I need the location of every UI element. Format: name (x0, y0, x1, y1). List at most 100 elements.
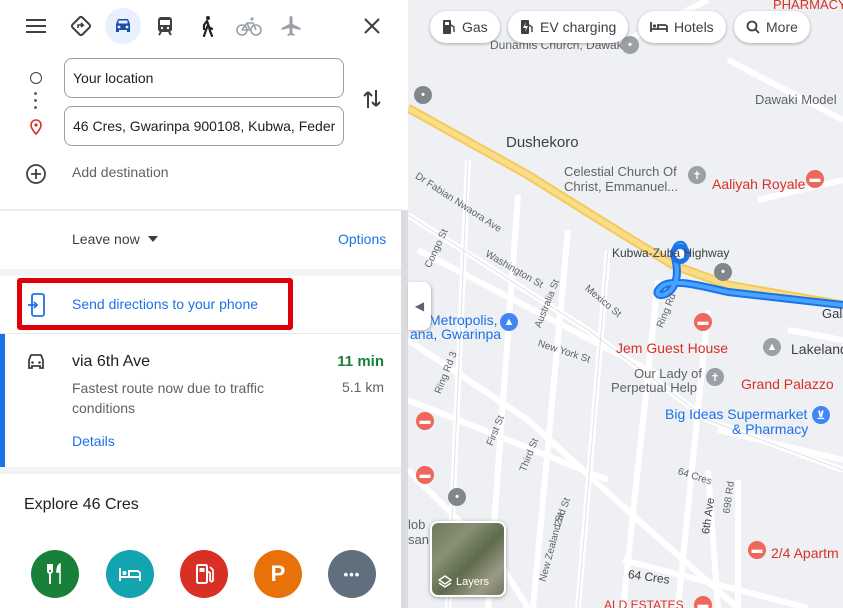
explore-heading: Explore 46 Cres (24, 496, 139, 513)
map-label-aaliyah[interactable]: Aaliyah Royale (712, 176, 805, 192)
car-icon (25, 353, 47, 376)
map-label-jem[interactable]: Jem Guest House (616, 340, 728, 356)
ev-charging-chip[interactable]: EV charging (508, 11, 629, 43)
more-chip-label: More (766, 19, 798, 35)
hotels-chip-label: Hotels (674, 19, 714, 35)
restaurants-category-button[interactable] (31, 550, 79, 598)
map-label-celestial-2[interactable]: Christ, Emmanuel... (564, 179, 678, 194)
add-destination-icon[interactable] (25, 163, 47, 190)
route-distance: 5.1 km (341, 379, 384, 395)
map-label-our-lady-2[interactable]: Perpetual Help (611, 380, 697, 395)
chevron-left-icon: ◀ (414, 299, 425, 313)
place-pin-icon[interactable]: • (714, 263, 732, 281)
map-label-grand-palazzo[interactable]: Grand Palazzo (741, 376, 834, 392)
hotel-icon[interactable]: ▬ (694, 313, 712, 331)
close-icon[interactable] (354, 8, 390, 44)
hotels-chip[interactable]: Hotels (638, 11, 726, 43)
phone-send-icon (27, 293, 47, 322)
send-to-phone-row[interactable]: Send directions to your phone (0, 276, 402, 333)
ev-charging-icon (521, 20, 533, 34)
best-travel-mode-icon[interactable] (63, 8, 99, 44)
place-pin-icon[interactable]: • (448, 488, 466, 506)
panel-scrollbar[interactable] (401, 210, 408, 608)
place-pin-icon[interactable]: • (414, 86, 432, 104)
selected-route-accent (0, 334, 5, 467)
maps-directions-screen: Your location 46 Cres, Gwarinpa 900108, … (0, 0, 843, 608)
menu-icon[interactable] (18, 8, 54, 44)
route-option-card[interactable]: via 6th Ave 11 min Fastest route now due… (0, 334, 402, 467)
cycling-mode-icon[interactable] (231, 8, 267, 44)
hotel-icon[interactable]: ▬ (416, 466, 434, 484)
driving-mode-icon[interactable] (105, 8, 141, 44)
route-description: Fastest route now due to traffic conditi… (72, 380, 264, 416)
shopping-icon[interactable]: ▲ (500, 313, 518, 331)
gas-pump-icon (443, 20, 455, 34)
destination-pin-icon (29, 119, 43, 140)
hotel-icon[interactable]: ▬ (694, 596, 712, 608)
layers-icon (438, 575, 452, 588)
leave-now-label: Leave now (72, 231, 140, 247)
gas-category-button[interactable] (180, 550, 228, 598)
flight-mode-icon[interactable] (273, 8, 309, 44)
origin-circle-icon (30, 72, 42, 84)
map-canvas[interactable]: PHARMACY Dunamis Church, Dawaki Dawaki M… (408, 0, 843, 608)
options-button[interactable]: Options (338, 231, 386, 247)
map-label-dawaki-model[interactable]: Dawaki Model (755, 92, 837, 107)
leave-now-dropdown[interactable]: Leave now (72, 231, 158, 247)
map-label-big-ideas-2[interactable]: & Pharmacy (732, 421, 808, 437)
transit-mode-icon[interactable] (147, 8, 183, 44)
destination-input[interactable]: 46 Cres, Gwarinpa 900108, Kubwa, Feder (64, 106, 344, 146)
parking-icon: P (270, 561, 286, 586)
map-label-galadima: Galadim (822, 306, 843, 321)
map-label-big-ideas-1[interactable]: Big Ideas Supermarket (665, 406, 807, 422)
hotel-icon[interactable]: ▬ (416, 412, 434, 430)
more-dots-icon: ••• (343, 566, 361, 582)
map-label-apartment[interactable]: 2/4 Apartm (771, 545, 839, 561)
more-category-button[interactable]: ••• (328, 550, 376, 598)
gas-chip[interactable]: Gas (430, 11, 500, 43)
layers-button[interactable]: Layers (430, 521, 506, 597)
swap-directions-icon[interactable] (362, 88, 382, 115)
gas-pump-icon (196, 564, 214, 584)
hotel-icon[interactable]: ▬ (748, 541, 766, 559)
fork-knife-icon (47, 563, 61, 584)
bed-icon (119, 568, 141, 581)
route-details-link[interactable]: Details (72, 433, 115, 449)
church-icon[interactable]: ✝ (688, 166, 706, 184)
route-dots-icon (34, 92, 38, 112)
cart-icon[interactable]: ⊻ (812, 406, 830, 424)
walking-mode-icon[interactable] (189, 8, 225, 44)
map-label-highway: Kubwa-Zuba Highway (612, 246, 730, 260)
church-icon[interactable]: ✝ (706, 368, 724, 386)
map-label-our-lady-1[interactable]: Our Lady of (634, 366, 702, 381)
route-name: via 6th Ave (72, 353, 150, 370)
send-directions-label: Send directions to your phone (72, 296, 259, 312)
section-separator (0, 467, 402, 474)
bed-icon (650, 22, 668, 32)
map-label-celestial-1[interactable]: Celestial Church Of (564, 164, 677, 179)
map-label-lakeland[interactable]: Lakeland (791, 341, 843, 357)
travel-mode-bar (0, 0, 408, 52)
layers-label: Layers (456, 576, 490, 588)
more-chip[interactable]: More (734, 11, 810, 43)
add-destination-link[interactable]: Add destination (72, 164, 169, 180)
collapse-panel-button[interactable]: ◀ (408, 282, 431, 330)
school-icon[interactable]: ▲ (763, 338, 781, 356)
search-icon (746, 20, 760, 34)
map-label-lob-2: san (408, 532, 429, 547)
panel-divider (0, 209, 402, 211)
route-duration: 11 min (337, 353, 384, 370)
place-pin-icon[interactable]: • (621, 36, 639, 54)
ev-chip-label: EV charging (540, 19, 617, 35)
gas-chip-label: Gas (462, 19, 488, 35)
hotel-icon[interactable]: ▬ (806, 170, 824, 188)
map-label-aldo[interactable]: ALD ESTATES (604, 598, 684, 608)
map-label-lob-1: lob (408, 517, 426, 532)
directions-panel: Your location 46 Cres, Gwarinpa 900108, … (0, 0, 408, 608)
origin-input[interactable]: Your location (64, 58, 344, 98)
section-separator (0, 269, 402, 276)
map-label-dushekoro: Dushekoro (506, 134, 579, 151)
dropdown-arrow-icon (147, 236, 158, 242)
parking-category-button[interactable]: P (254, 550, 302, 598)
hotels-category-button[interactable] (106, 550, 154, 598)
